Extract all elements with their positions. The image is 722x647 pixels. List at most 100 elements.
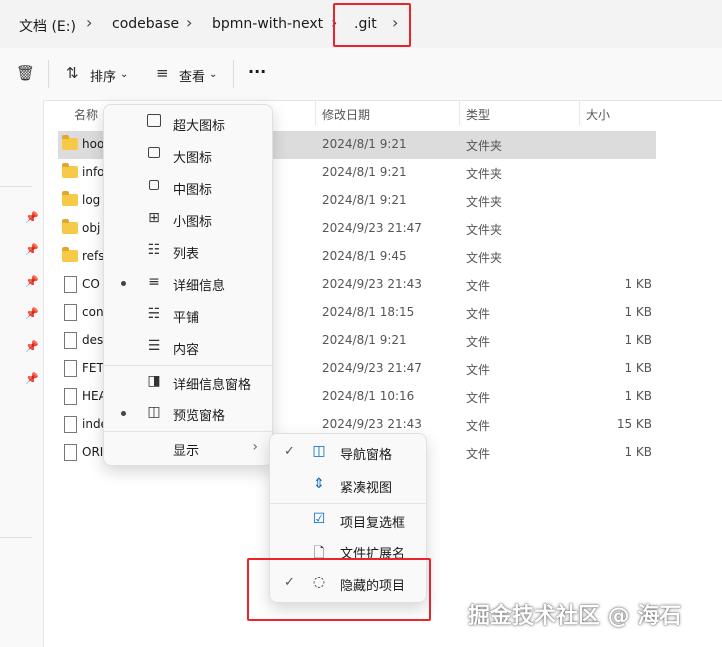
column-divider[interactable] — [315, 101, 316, 125]
pin-icon[interactable]: 📌 — [25, 243, 39, 256]
file-date: 2024/8/1 9:21 — [322, 193, 407, 207]
chevron-right-icon[interactable]: › — [86, 13, 92, 32]
more-options-button[interactable]: ··· — [248, 62, 266, 81]
extra-large-icons-icon — [145, 114, 163, 131]
breadcrumb-project[interactable]: bpmn-with-next — [212, 16, 323, 32]
file-name: CO — [82, 277, 100, 291]
menu-item-content[interactable]: ☰ 内容 — [104, 331, 272, 363]
file-name: FET — [82, 361, 104, 375]
menu-item-details-pane[interactable]: ◨ 详细信息窗格 — [104, 366, 272, 398]
file-type: 文件 — [466, 419, 491, 433]
nav-divider — [0, 186, 32, 187]
menu-item-medium-icons[interactable]: 中图标 — [104, 171, 272, 203]
file-name: ORI — [82, 445, 104, 459]
file-type: 文件夹 — [466, 195, 503, 209]
address-bar[interactable]: 文档 (E:) › codebase › bpmn-with-next › .g… — [0, 0, 722, 48]
file-type: 文件 — [466, 279, 491, 293]
chevron-down-icon[interactable]: ⌄ — [209, 69, 217, 80]
file-icon — [64, 444, 77, 461]
file-type: 文件夹 — [466, 167, 503, 181]
pin-icon[interactable]: 📌 — [25, 307, 39, 320]
selected-dot-icon — [121, 411, 126, 416]
medium-icons-icon — [145, 178, 163, 194]
breadcrumb-drive[interactable]: 文档 (E:) — [19, 16, 76, 36]
file-type: 文件 — [466, 335, 491, 349]
sort-button[interactable]: 排序 — [90, 66, 116, 85]
file-date: 2024/8/1 18:15 — [322, 305, 415, 319]
menu-item-list[interactable]: ☷ 列表 — [104, 235, 272, 267]
folder-icon — [62, 191, 78, 206]
breadcrumb-codebase[interactable]: codebase — [112, 16, 179, 32]
file-name: info — [82, 165, 105, 179]
file-size: 15 KB — [616, 417, 652, 431]
pin-icon[interactable]: 📌 — [25, 340, 39, 353]
file-size: 1 KB — [624, 277, 652, 291]
file-size: 1 KB — [624, 333, 652, 347]
chevron-down-icon[interactable]: ⌄ — [120, 69, 128, 80]
compact-view-icon: ⇕ — [313, 476, 325, 492]
pin-icon[interactable]: 📌 — [25, 275, 39, 288]
menu-item-preview-pane[interactable]: ◫ 预览窗格 — [104, 397, 272, 429]
preview-pane-icon: ◫ — [147, 404, 161, 420]
view-menu: 超大图标 大图标 中图标 ⊞ 小图标 ☷ 列表 ≡ 详细信息 ☵ 平铺 ☰ 内容… — [103, 104, 273, 466]
file-date: 2024/8/1 9:45 — [322, 249, 407, 263]
column-divider[interactable] — [579, 101, 580, 125]
navigation-pane: 📌 📌 📌 📌 📌 📌 — [0, 100, 44, 647]
file-icon — [64, 360, 77, 377]
column-header-type[interactable]: 类型 — [466, 106, 490, 123]
file-date: 2024/8/1 9:21 — [322, 137, 407, 151]
content-icon: ☰ — [147, 338, 161, 354]
column-header-name[interactable]: 名称 — [74, 106, 98, 123]
delete-icon[interactable]: 🗑 — [16, 64, 35, 82]
large-icons-icon — [145, 146, 163, 162]
menu-item-tiles[interactable]: ☵ 平铺 — [104, 299, 272, 331]
file-size: 1 KB — [624, 445, 652, 459]
chevron-right-icon[interactable]: › — [186, 13, 192, 32]
selected-dot-icon — [121, 281, 126, 286]
details-pane-icon: ◨ — [147, 373, 161, 389]
nav-divider — [0, 537, 32, 538]
menu-item-show[interactable]: 显示 › — [104, 432, 272, 464]
file-icon — [64, 276, 77, 293]
menu-item-item-checkboxes[interactable]: ☑ 项目复选框 — [270, 504, 426, 536]
item-checkboxes-icon: ☑ — [312, 511, 326, 527]
file-type: 文件 — [466, 391, 491, 405]
menu-item-navigation-pane[interactable]: ✓ ◫ 导航窗格 — [270, 436, 426, 468]
file-date: 2024/8/1 10:16 — [322, 389, 415, 403]
file-icon — [64, 416, 77, 433]
menu-item-details[interactable]: ≡ 详细信息 — [104, 267, 272, 299]
pin-icon[interactable]: 📌 — [25, 372, 39, 385]
column-header-date[interactable]: 修改日期 — [322, 106, 370, 123]
file-size: 1 KB — [624, 361, 652, 375]
watermark: 掘金技术社区 @ 海石 — [468, 604, 682, 629]
toolbar-divider — [233, 60, 234, 88]
column-divider[interactable] — [459, 101, 460, 125]
file-type: 文件夹 — [466, 139, 503, 153]
menu-item-extra-large-icons[interactable]: 超大图标 — [104, 107, 272, 139]
file-type: 文件夹 — [466, 223, 503, 237]
file-size: 1 KB — [624, 305, 652, 319]
file-type: 文件 — [466, 447, 491, 461]
file-icon — [64, 332, 77, 349]
navigation-pane-icon: ◫ — [312, 443, 326, 459]
file-date: 2024/9/23 21:43 — [322, 417, 422, 431]
file-icon — [64, 388, 77, 405]
menu-item-small-icons[interactable]: ⊞ 小图标 — [104, 203, 272, 235]
file-type: 文件 — [466, 363, 491, 377]
folder-icon — [62, 163, 78, 178]
view-icon[interactable]: ≡ — [156, 64, 169, 82]
menu-item-large-icons[interactable]: 大图标 — [104, 139, 272, 171]
tiles-icon: ☵ — [147, 306, 161, 322]
chevron-right-icon: › — [252, 439, 258, 455]
file-name: des — [82, 333, 104, 347]
highlight-box-hidden-items — [247, 558, 431, 621]
column-header-size[interactable]: 大小 — [586, 106, 610, 123]
details-icon: ≡ — [148, 274, 160, 290]
sort-icon[interactable]: ⇅ — [66, 64, 79, 82]
view-button[interactable]: 查看 — [179, 66, 205, 85]
toolbar: 🗑 ⇅ 排序 ⌄ ≡ 查看 ⌄ ··· — [0, 48, 722, 101]
pin-icon[interactable]: 📌 — [25, 211, 39, 224]
highlight-box-git — [333, 3, 411, 47]
toolbar-divider — [48, 60, 49, 88]
menu-item-compact-view[interactable]: ⇕ 紧凑视图 — [270, 469, 426, 501]
